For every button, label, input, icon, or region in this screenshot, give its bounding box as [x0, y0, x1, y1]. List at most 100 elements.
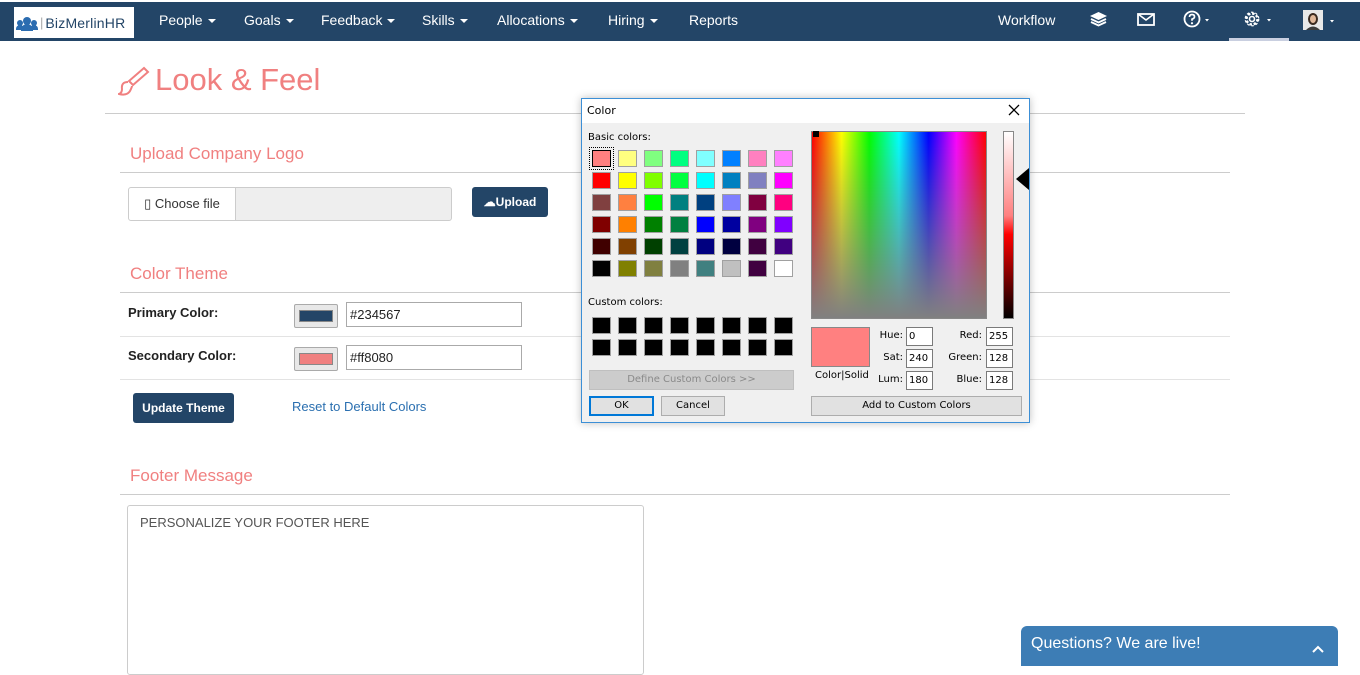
reset-default-colors-link[interactable]: Reset to Default Colors — [292, 399, 426, 414]
basic-color-swatch[interactable] — [748, 238, 767, 255]
basic-color-swatch[interactable] — [670, 238, 689, 255]
secondary-color-picker[interactable] — [294, 347, 338, 371]
nav-goals[interactable]: Goals — [244, 2, 294, 41]
basic-color-swatch[interactable] — [670, 260, 689, 277]
basic-color-swatch[interactable] — [592, 260, 611, 277]
custom-color-swatch[interactable] — [696, 339, 715, 356]
basic-color-swatch[interactable] — [592, 238, 611, 255]
nav-feedback[interactable]: Feedback — [321, 2, 396, 41]
sat-input[interactable]: 240 — [906, 349, 933, 368]
choose-file-button[interactable]: ▯ Choose file — [128, 187, 236, 221]
custom-color-swatch[interactable] — [774, 317, 793, 334]
basic-color-swatch[interactable] — [644, 194, 663, 211]
nav-workflow[interactable]: Workflow — [998, 2, 1055, 41]
basic-color-swatch[interactable] — [592, 172, 611, 189]
basic-color-swatch[interactable] — [774, 238, 793, 255]
luminosity-slider[interactable] — [1003, 131, 1014, 319]
green-input[interactable]: 128 — [986, 349, 1013, 368]
close-icon[interactable] — [1007, 103, 1021, 120]
basic-color-swatch[interactable] — [618, 194, 637, 211]
basic-color-swatch[interactable] — [722, 150, 741, 167]
define-custom-colors-button[interactable]: Define Custom Colors >> — [589, 370, 794, 390]
basic-color-swatch[interactable] — [774, 150, 793, 167]
basic-color-swatch[interactable] — [696, 194, 715, 211]
basic-color-swatch[interactable] — [644, 150, 663, 167]
custom-color-swatch[interactable] — [670, 339, 689, 356]
custom-color-swatch[interactable] — [696, 317, 715, 334]
basic-color-swatch[interactable] — [774, 216, 793, 233]
basic-color-swatch[interactable] — [696, 238, 715, 255]
basic-color-swatch[interactable] — [748, 172, 767, 189]
basic-color-swatch[interactable] — [618, 172, 637, 189]
custom-color-swatch[interactable] — [722, 317, 741, 334]
basic-color-swatch[interactable] — [696, 150, 715, 167]
basic-color-swatch[interactable] — [644, 260, 663, 277]
custom-color-swatch[interactable] — [644, 317, 663, 334]
blue-input[interactable]: 128 — [986, 371, 1013, 390]
custom-color-swatch[interactable] — [644, 339, 663, 356]
basic-color-swatch[interactable] — [748, 194, 767, 211]
ok-button[interactable]: OK — [589, 396, 654, 416]
custom-color-swatch[interactable] — [592, 317, 611, 334]
basic-color-swatch[interactable] — [748, 260, 767, 277]
basic-color-swatch[interactable] — [722, 172, 741, 189]
basic-color-swatch[interactable] — [722, 238, 741, 255]
company-logo[interactable]: | BizMerlinHR — [14, 7, 134, 38]
custom-color-swatch[interactable] — [618, 317, 637, 334]
mail-icon[interactable] — [1137, 13, 1155, 31]
nav-skills[interactable]: Skills — [422, 2, 468, 41]
basic-color-swatch[interactable] — [696, 172, 715, 189]
layers-icon[interactable] — [1089, 11, 1108, 32]
custom-color-swatch[interactable] — [748, 339, 767, 356]
color-spectrum[interactable] — [811, 131, 987, 319]
basic-color-swatch[interactable] — [722, 260, 741, 277]
basic-color-swatch[interactable] — [774, 172, 793, 189]
update-theme-button[interactable]: Update Theme — [133, 393, 234, 423]
basic-color-swatch[interactable] — [774, 194, 793, 211]
basic-color-swatch[interactable] — [618, 216, 637, 233]
secondary-color-input[interactable] — [346, 345, 522, 370]
nav-people[interactable]: People — [159, 2, 216, 41]
hue-input[interactable]: 0 — [906, 327, 933, 346]
basic-color-swatch[interactable] — [618, 260, 637, 277]
basic-color-swatch[interactable] — [670, 172, 689, 189]
add-to-custom-colors-button[interactable]: Add to Custom Colors — [811, 396, 1022, 416]
custom-color-swatch[interactable] — [670, 317, 689, 334]
basic-color-swatch[interactable] — [644, 238, 663, 255]
basic-color-swatch[interactable] — [748, 216, 767, 233]
basic-color-swatch[interactable] — [696, 216, 715, 233]
avatar[interactable] — [1303, 10, 1341, 37]
basic-color-swatch[interactable] — [670, 216, 689, 233]
custom-color-swatch[interactable] — [618, 339, 637, 356]
basic-color-swatch[interactable] — [592, 194, 611, 211]
basic-color-swatch[interactable] — [670, 194, 689, 211]
basic-color-swatch[interactable] — [670, 150, 689, 167]
lum-input[interactable]: 180 — [906, 371, 933, 390]
nav-allocations[interactable]: Allocations — [497, 2, 578, 41]
primary-color-picker[interactable] — [294, 304, 338, 328]
gear-icon[interactable] — [1243, 9, 1275, 36]
chevron-up-icon[interactable] — [1312, 640, 1324, 658]
red-input[interactable]: 255 — [986, 327, 1013, 346]
footer-message-textarea[interactable]: PERSONALIZE YOUR FOOTER HERE — [127, 505, 644, 675]
basic-color-swatch[interactable] — [644, 172, 663, 189]
basic-color-swatch[interactable] — [774, 260, 793, 277]
nav-hiring[interactable]: Hiring — [608, 2, 658, 41]
basic-color-swatch[interactable] — [722, 216, 741, 233]
nav-reports[interactable]: Reports — [689, 2, 738, 41]
custom-color-swatch[interactable] — [774, 339, 793, 356]
spectrum-crosshair[interactable] — [813, 131, 819, 137]
custom-color-swatch[interactable] — [722, 339, 741, 356]
luminosity-arrow-icon[interactable] — [1016, 168, 1029, 190]
upload-button[interactable]: ☁Upload — [472, 187, 548, 217]
basic-color-swatch[interactable] — [748, 150, 767, 167]
cancel-button[interactable]: Cancel — [661, 396, 725, 416]
primary-color-input[interactable] — [346, 302, 522, 327]
basic-color-swatch[interactable] — [696, 260, 715, 277]
custom-color-swatch[interactable] — [748, 317, 767, 334]
basic-color-swatch[interactable] — [618, 150, 637, 167]
file-name-field[interactable] — [235, 187, 452, 221]
basic-color-swatch[interactable] — [592, 216, 611, 233]
basic-color-swatch[interactable] — [589, 147, 614, 170]
custom-color-swatch[interactable] — [592, 339, 611, 356]
